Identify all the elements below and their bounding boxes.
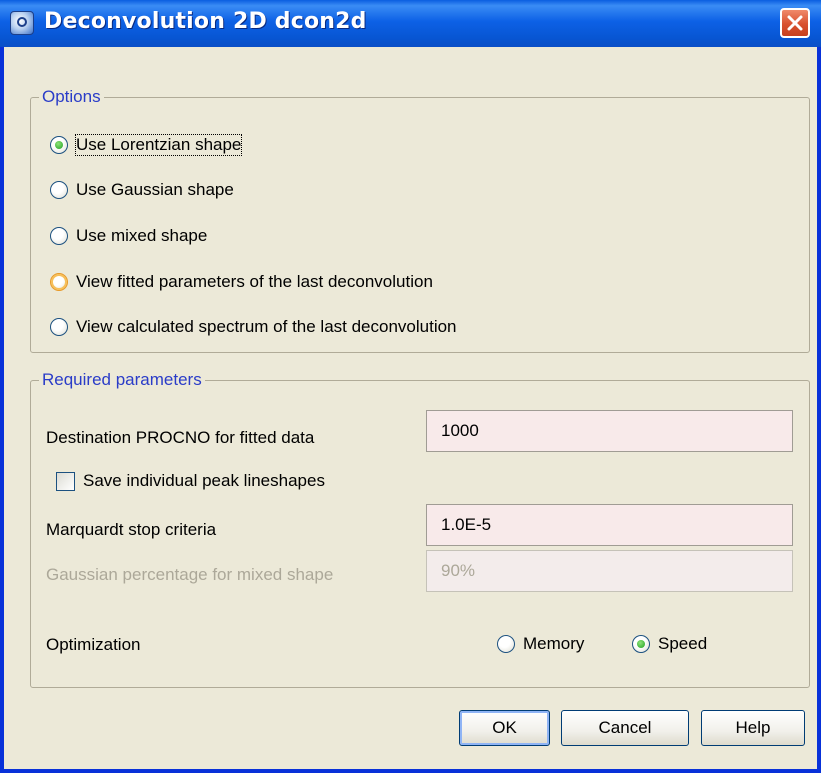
radio-view-fitted-parameters[interactable]: View fitted parameters of the last decon… <box>50 269 433 295</box>
radio-mixed[interactable]: Use mixed shape <box>50 223 207 249</box>
radio-lorentzian[interactable]: Use Lorentzian shape <box>50 132 243 158</box>
radio-label: View fitted parameters of the last decon… <box>76 272 433 291</box>
radio-button-checked[interactable] <box>50 136 68 154</box>
radio-button[interactable] <box>50 227 68 245</box>
ok-button[interactable]: OK <box>459 710 550 746</box>
radio-label: View calculated spectrum of the last dec… <box>76 317 457 336</box>
marquardt-field[interactable]: 1.0E-5 <box>426 504 793 546</box>
title-bar[interactable]: Deconvolution 2D dcon2d <box>0 0 821 47</box>
radio-label: Use Lorentzian shape <box>74 134 243 156</box>
save-peak-lineshapes-label: Save individual peak lineshapes <box>83 471 325 490</box>
close-button[interactable] <box>780 8 810 38</box>
options-legend: Options <box>39 88 104 106</box>
required-parameters-group: Required parameters Destination PROCNO f… <box>30 371 810 688</box>
radio-button[interactable] <box>50 273 68 291</box>
window-title: Deconvolution 2D dcon2d <box>44 9 367 34</box>
marquardt-label: Marquardt stop criteria <box>46 520 217 539</box>
deconvolution-dialog: Deconvolution 2D dcon2d Options Use Lore… <box>0 0 821 773</box>
save-peak-lineshapes-checkbox[interactable] <box>56 471 75 491</box>
cancel-button[interactable]: Cancel <box>561 710 689 746</box>
gaussian-percentage-field: 90% <box>426 550 793 592</box>
radio-view-calculated-spectrum[interactable]: View calculated spectrum of the last dec… <box>50 314 457 340</box>
radio-button[interactable] <box>50 318 68 336</box>
radio-gaussian[interactable]: Use Gaussian shape <box>50 177 234 203</box>
radio-label: Use mixed shape <box>76 226 208 245</box>
radio-memory[interactable]: Memory <box>497 631 584 657</box>
destination-procno-field[interactable]: 1000 <box>426 410 793 452</box>
radio-button-checked[interactable] <box>632 635 650 653</box>
radio-label: Speed <box>658 634 708 653</box>
save-peak-lineshapes-checkbox-row[interactable]: Save individual peak lineshapes <box>56 468 325 494</box>
radio-label: Use Gaussian shape <box>76 180 234 199</box>
close-icon <box>787 15 803 31</box>
radio-speed[interactable]: Speed <box>632 631 707 657</box>
radio-button[interactable] <box>497 635 515 653</box>
destination-procno-label: Destination PROCNO for fitted data <box>46 428 315 447</box>
gaussian-percentage-label: Gaussian percentage for mixed shape <box>46 565 334 584</box>
required-parameters-legend: Required parameters <box>39 371 205 389</box>
options-group: Options Use Lorentzian shape Use Gaussia… <box>30 88 810 353</box>
help-button[interactable]: Help <box>701 710 805 746</box>
radio-label: Memory <box>523 634 585 653</box>
app-icon <box>10 11 34 35</box>
radio-button[interactable] <box>50 181 68 199</box>
optimization-label: Optimization <box>46 635 141 654</box>
